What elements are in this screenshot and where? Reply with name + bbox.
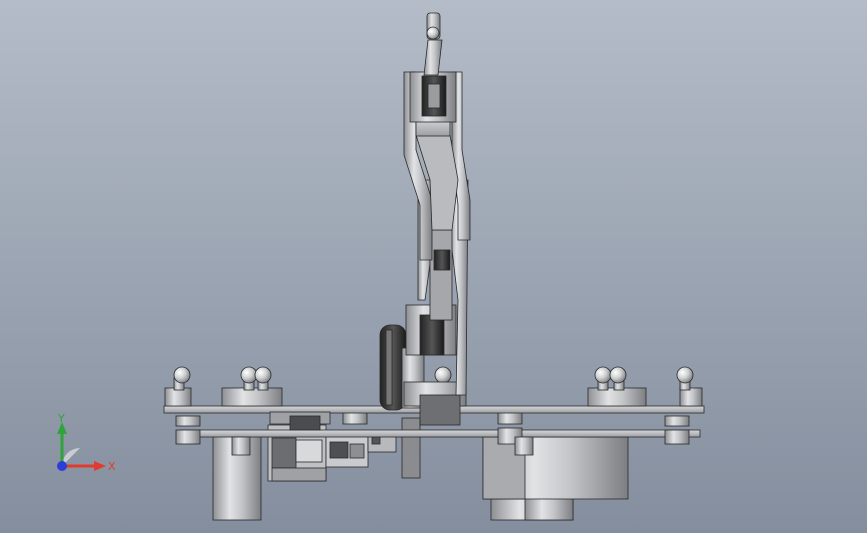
x-axis-label: X bbox=[108, 460, 116, 473]
elbow-joint bbox=[409, 71, 457, 123]
lower-plate bbox=[179, 429, 701, 438]
cad-viewport[interactable] bbox=[0, 0, 867, 533]
shoulder-gear bbox=[379, 304, 467, 426]
z-axis-dot-icon bbox=[57, 461, 67, 471]
robot-arm-model[interactable] bbox=[163, 12, 705, 521]
coordinate-triad: Y X bbox=[57, 412, 116, 473]
x-axis-arrowhead-icon bbox=[94, 461, 106, 471]
y-axis-label: Y bbox=[57, 412, 65, 425]
wrist-gripper bbox=[423, 12, 443, 76]
